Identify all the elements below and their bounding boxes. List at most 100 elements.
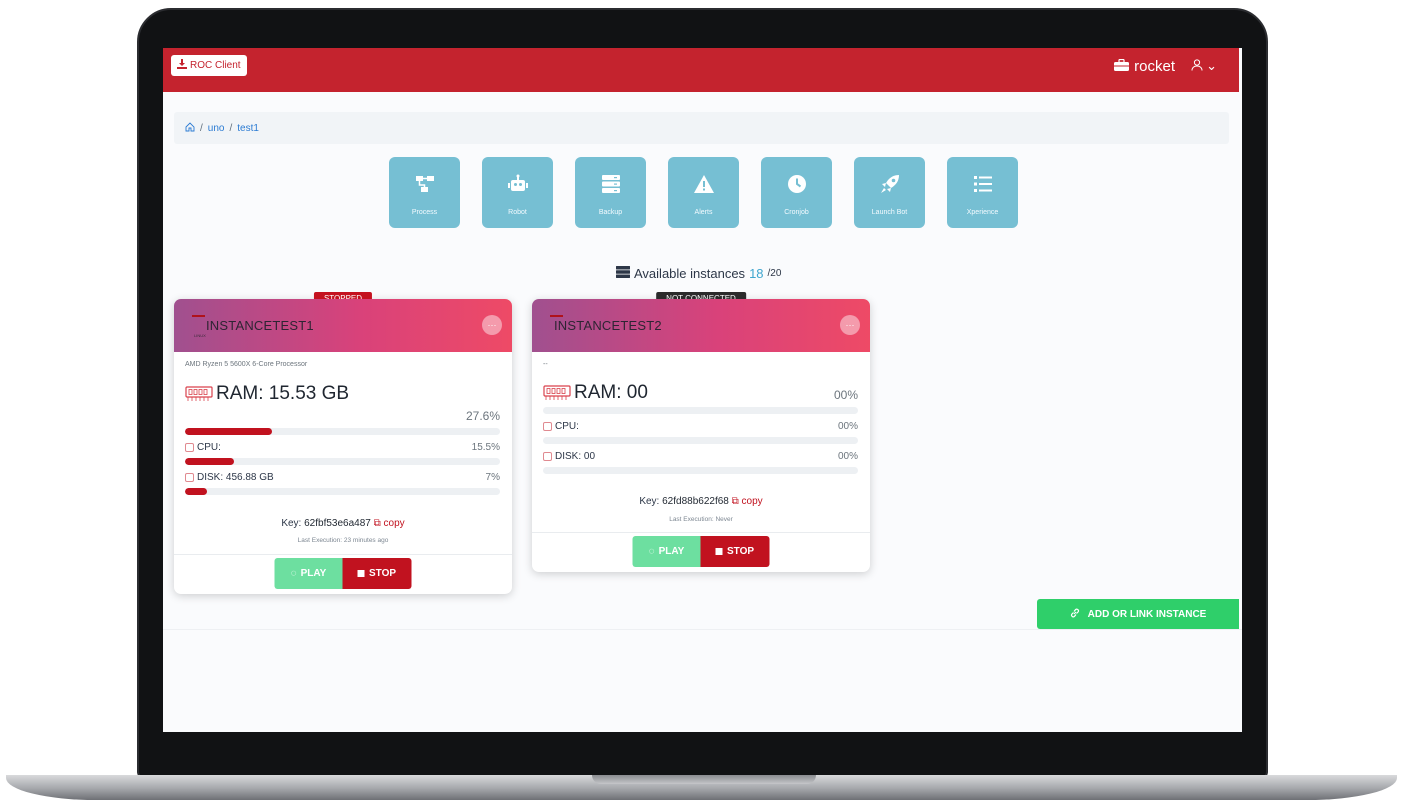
- play-button[interactable]: ◌ PLAY: [274, 558, 343, 589]
- ram-progress-bar: [185, 428, 500, 435]
- stop-icon: [357, 570, 365, 577]
- copy-key-link[interactable]: ⧉ copy: [374, 518, 405, 529]
- more-options-icon[interactable]: ···: [482, 315, 502, 335]
- play-button[interactable]: ◌ PLAY: [632, 536, 701, 567]
- stop-button[interactable]: STOP: [342, 558, 412, 589]
- stop-button[interactable]: STOP: [700, 536, 770, 567]
- ram-metric: RAM: 15.53 GB: [185, 383, 349, 405]
- instance-card: NOT CONNECTED INSTANCETEST2 ··· -- RAM: …: [532, 292, 870, 572]
- linux-icon: [192, 315, 205, 317]
- available-used-count: 18: [749, 266, 764, 281]
- instance-name: INSTANCETEST2: [554, 318, 662, 333]
- app-screen: ROC Client rocket ⌄ / uno / test1 Proces…: [163, 48, 1242, 732]
- home-icon[interactable]: [185, 121, 195, 135]
- tile-alerts[interactable]: Alerts: [668, 157, 739, 228]
- tile-cronjob[interactable]: Cronjob: [761, 157, 832, 228]
- available-total-count: /20: [767, 268, 782, 279]
- chevron-down-icon: ⌄: [1206, 58, 1217, 73]
- instance-card-header: INSTANCETEST2 ···: [532, 299, 870, 352]
- ram-label: RAM: 15.53 GB: [216, 383, 350, 404]
- robot-icon: [507, 174, 528, 191]
- module-tiles: Process Robot Backup Alerts Cronjob Laun…: [389, 157, 1018, 228]
- play-label: PLAY: [300, 568, 327, 579]
- tile-label: Xperience: [966, 209, 999, 216]
- cpu-progress-fill: [185, 458, 234, 465]
- alert-icon: [693, 175, 714, 193]
- cpu-icon: [543, 422, 552, 431]
- breadcrumb: / uno / test1: [174, 112, 1229, 144]
- available-label: Available instances: [634, 266, 746, 281]
- stop-icon: [715, 548, 723, 555]
- disk-percent: 00%: [837, 451, 858, 462]
- add-or-link-instance-button[interactable]: ADD OR LINK INSTANCE: [1037, 599, 1239, 629]
- brand-name: rocket: [1134, 58, 1175, 75]
- cpu-progress-bar: [185, 458, 500, 465]
- add-instance-label: ADD OR LINK INSTANCE: [1087, 608, 1207, 620]
- clock-icon: [787, 175, 806, 193]
- page-footer-area: [163, 629, 1242, 732]
- breadcrumb-separator: /: [200, 122, 203, 134]
- card-actions: ◌ PLAY STOP: [632, 536, 770, 567]
- play-label: PLAY: [658, 546, 685, 557]
- copy-label: copy: [741, 496, 763, 507]
- disk-icon: [543, 452, 552, 461]
- copy-label: copy: [383, 518, 405, 529]
- top-navbar: ROC Client rocket ⌄: [163, 48, 1239, 92]
- cpu-icon: [185, 443, 194, 452]
- cpu-label: CPU:: [555, 421, 579, 432]
- spinner-icon: ◌: [290, 568, 297, 579]
- disk-metric: DISK: 00: [543, 451, 595, 462]
- brand[interactable]: rocket: [1114, 58, 1175, 75]
- disk-label: DISK: 00: [555, 451, 596, 462]
- key-label: Key:: [281, 518, 302, 529]
- copy-icon: ⧉: [731, 496, 739, 507]
- ram-progress-bar: [543, 407, 858, 414]
- tile-backup[interactable]: Backup: [575, 157, 646, 228]
- card-divider: [174, 554, 512, 555]
- user-icon: [1191, 58, 1203, 74]
- toolbox-icon: [1114, 58, 1130, 75]
- memory-icon: [185, 385, 213, 401]
- tile-label: Robot: [508, 209, 527, 216]
- tile-robot[interactable]: Robot: [482, 157, 553, 228]
- spinner-icon: ◌: [648, 546, 655, 557]
- breadcrumb-item-uno[interactable]: uno: [208, 123, 225, 134]
- user-menu[interactable]: ⌄: [1191, 58, 1217, 74]
- ram-percent: 00%: [833, 388, 858, 402]
- process-icon: [415, 176, 434, 192]
- more-options-icon[interactable]: ···: [840, 315, 860, 335]
- instance-card: STOPPED LINUX INSTANCETEST1 ··· AMD Ryze…: [174, 292, 512, 594]
- ram-progress-fill: [185, 428, 272, 435]
- disk-progress-bar: [543, 467, 858, 474]
- copy-key-link[interactable]: ⧉ copy: [732, 496, 763, 507]
- cpu-percent: 00%: [837, 421, 858, 432]
- tile-label: Backup: [598, 209, 623, 216]
- tile-process[interactable]: Process: [389, 157, 460, 228]
- tile-launch-bot[interactable]: Launch Bot: [854, 157, 925, 228]
- ram-percent: 27.6%: [465, 409, 500, 423]
- disk-label: DISK: 456.88 GB: [197, 472, 274, 483]
- download-icon: [177, 59, 187, 72]
- key-value: 62fd88b622f68: [662, 496, 729, 507]
- disk-progress-bar: [185, 488, 500, 495]
- disk-metric: DISK: 456.88 GB: [185, 472, 274, 483]
- cpu-progress-bar: [543, 437, 858, 444]
- roc-client-label: ROC Client: [190, 60, 241, 71]
- instance-card-header: LINUX INSTANCETEST1 ···: [174, 299, 512, 352]
- card-actions: ◌ PLAY STOP: [274, 558, 412, 589]
- breadcrumb-item-test1[interactable]: test1: [237, 123, 259, 134]
- rocket-icon: [880, 175, 899, 193]
- tile-xperience[interactable]: Xperience: [947, 157, 1018, 228]
- key-value: 62fbf53e6a487: [304, 518, 371, 529]
- memory-icon: [543, 384, 571, 400]
- disk-progress-fill: [185, 488, 208, 495]
- roc-client-download-button[interactable]: ROC Client: [171, 55, 247, 76]
- stop-label: STOP: [726, 546, 755, 557]
- breadcrumb-separator: /: [229, 122, 233, 134]
- copy-icon: ⧉: [373, 518, 381, 529]
- cpu-label: CPU:: [197, 442, 221, 453]
- instance-key: Key: 62fbf53e6a487 ⧉ copy: [174, 518, 512, 529]
- available-instances: Available instances 18 /20: [616, 266, 781, 281]
- tile-label: Launch Bot: [871, 209, 908, 216]
- list-icon: [973, 176, 992, 192]
